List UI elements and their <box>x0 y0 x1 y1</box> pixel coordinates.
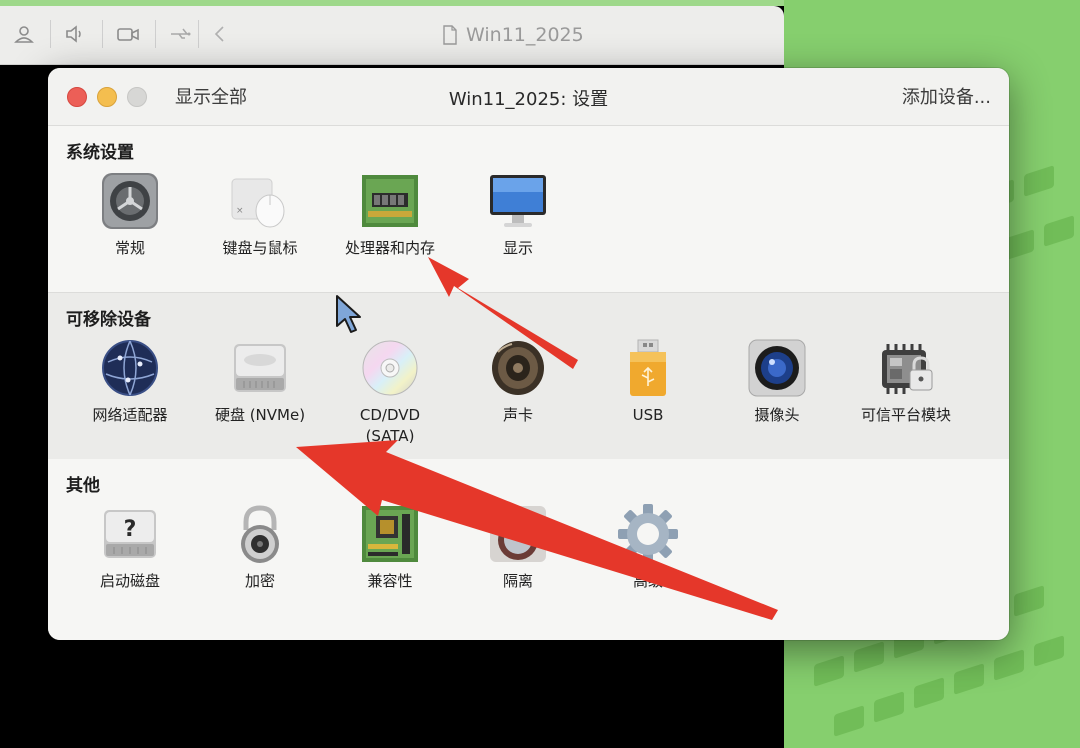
item-webcam[interactable]: 摄像头 <box>712 337 842 447</box>
item-cpu-memory[interactable]: 处理器和内存 <box>325 170 455 280</box>
keyboard-mouse-icon: × <box>229 170 291 232</box>
item-network-adapter[interactable]: 网络适配器 <box>65 337 195 447</box>
item-hard-disk[interactable]: 硬盘 (NVMe) <box>195 337 325 447</box>
cd-dvd-icon <box>359 337 421 399</box>
tpm-chip-lock-icon <box>875 337 937 399</box>
section-removable-devices: 可移除设备 网络适配器 硬盘 (NVMe) CD/DVD (SATA) 声卡 U… <box>48 292 1009 460</box>
vm-window-title: Win11_2025 <box>442 22 584 48</box>
item-startup-disk[interactable]: ? 启动磁盘 <box>65 503 195 613</box>
vm-window-toolbar: Win11_2025 <box>0 6 784 65</box>
back-chevron-icon[interactable] <box>207 22 233 46</box>
padlock-icon <box>229 503 291 565</box>
section-title: 可移除设备 <box>66 310 151 330</box>
document-icon <box>443 25 457 45</box>
item-keyboard-mouse[interactable]: × 键盘与鼠标 <box>195 170 325 280</box>
usb-drive-icon <box>617 337 679 399</box>
dialog-title: Win11_2025: 设置 <box>448 89 609 110</box>
item-encryption[interactable]: 加密 <box>195 503 325 613</box>
usb-icon[interactable] <box>168 22 194 46</box>
section-system-settings: 系统设置 常规 × 键盘与鼠标 处理器和内存 显示 <box>48 126 1009 292</box>
item-sound-card[interactable]: 声卡 <box>453 337 583 447</box>
section-other: 其他 ? 启动磁盘 加密 兼容性 隔离 高级 <box>48 459 1009 640</box>
item-compatibility[interactable]: 兼容性 <box>325 503 455 613</box>
network-globe-icon <box>99 337 161 399</box>
display-icon <box>487 170 549 232</box>
item-advanced[interactable]: 高级 <box>583 503 713 613</box>
cpu-memory-icon <box>359 170 421 232</box>
svg-text:?: ? <box>124 517 137 542</box>
item-tpm[interactable]: 可信平台模块 <box>841 337 971 447</box>
advanced-gear-icon <box>617 503 679 565</box>
section-title: 系统设置 <box>66 143 134 163</box>
general-gear-icon <box>99 170 161 232</box>
hard-disk-icon <box>229 337 291 399</box>
section-title: 其他 <box>66 476 100 496</box>
item-usb[interactable]: USB <box>583 337 713 447</box>
item-cd-dvd[interactable]: CD/DVD (SATA) <box>325 337 455 447</box>
user-icon[interactable] <box>11 22 37 46</box>
motherboard-icon <box>359 503 421 565</box>
item-display[interactable]: 显示 <box>453 170 583 280</box>
svg-text:×: × <box>236 206 244 216</box>
isolation-icon <box>487 503 549 565</box>
camera-icon[interactable] <box>115 22 141 46</box>
webcam-icon <box>746 337 808 399</box>
dialog-header: 显示全部 Win11_2025: 设置 添加设备... <box>48 68 1009 126</box>
startup-disk-icon: ? <box>99 503 161 565</box>
mouse-cursor-icon <box>335 294 363 338</box>
item-isolation[interactable]: 隔离 <box>453 503 583 613</box>
speaker-icon[interactable] <box>62 22 88 46</box>
add-device-button[interactable]: 添加设备... <box>902 83 991 109</box>
item-general[interactable]: 常规 <box>65 170 195 280</box>
speaker-icon <box>487 337 549 399</box>
settings-dialog: 显示全部 Win11_2025: 设置 添加设备... 系统设置 常规 × 键盘… <box>48 68 1009 640</box>
